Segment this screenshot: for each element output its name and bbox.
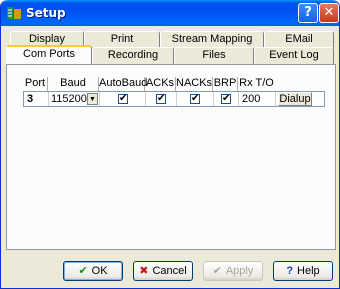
brp-cell: ✔	[214, 92, 239, 106]
check-icon: ✔	[212, 265, 222, 277]
title-bar[interactable]: Setup ? ✕	[1, 0, 339, 26]
cancel-label: Cancel	[152, 265, 187, 277]
tab-print[interactable]: Print	[84, 31, 160, 48]
ok-button[interactable]: ✔ OK	[63, 261, 123, 281]
header-port: Port	[23, 77, 48, 91]
nacks-checkbox[interactable]: ✔	[190, 94, 200, 104]
title-help-button[interactable]: ?	[298, 3, 318, 23]
tab-com-ports[interactable]: Com Ports	[6, 45, 92, 64]
autobaud-checkbox[interactable]: ✔	[118, 94, 128, 104]
brp-checkbox[interactable]: ✔	[221, 94, 231, 104]
cancel-button[interactable]: ✖ Cancel	[133, 261, 193, 281]
nacks-cell: ✔	[177, 92, 214, 106]
apply-button[interactable]: ✔ Apply	[203, 261, 263, 281]
help-button[interactable]: ? Help	[273, 261, 333, 281]
header-brp: BRP	[213, 77, 238, 91]
chevron-down-icon[interactable]: ▼	[87, 93, 98, 105]
header-rx-timeout: Rx T/O	[239, 77, 274, 89]
acks-checkbox[interactable]: ✔	[156, 94, 166, 104]
x-icon: ✖	[139, 265, 149, 277]
title-close-button[interactable]: ✕	[319, 3, 339, 23]
ok-label: OK	[91, 265, 108, 277]
tab-recording[interactable]: Recording	[92, 47, 174, 64]
window-title: Setup	[26, 6, 66, 20]
header-autobaud: AutoBaud	[99, 77, 148, 91]
tab-stream-mapping[interactable]: Stream Mapping	[160, 31, 264, 48]
help-label: Help	[297, 265, 320, 277]
com-ports-panel: Port Baud Rate AutoBaud ACKs NACKs BRP R…	[6, 64, 336, 250]
app-icon	[7, 7, 21, 19]
header-nacks: NACKs	[176, 77, 213, 91]
rx-timeout-field[interactable]: 200	[239, 92, 276, 106]
setup-window: Setup ? ✕ Display Print Stream Mapping E…	[0, 0, 340, 289]
table-row: 3 115200 ▼ ✔ ✔ ✔ ✔ 200 Dialup	[23, 91, 325, 107]
header-acks: ACKs	[145, 77, 176, 91]
header-baud-rate: Baud Rate	[48, 77, 99, 102]
acks-cell: ✔	[146, 92, 177, 106]
port-cell: 3	[24, 92, 49, 106]
tab-event-log[interactable]: Event Log	[254, 47, 334, 64]
autobaud-cell: ✔	[100, 92, 146, 106]
baud-rate-select[interactable]: 115200 ▼	[49, 92, 100, 106]
baud-rate-value: 115200	[51, 93, 87, 105]
tab-email[interactable]: EMail	[264, 31, 334, 48]
check-icon: ✔	[78, 265, 88, 277]
apply-label: Apply	[225, 265, 254, 277]
dialup-button[interactable]: Dialup	[278, 92, 312, 106]
question-icon: ?	[286, 265, 294, 277]
tab-files[interactable]: Files	[174, 47, 254, 64]
